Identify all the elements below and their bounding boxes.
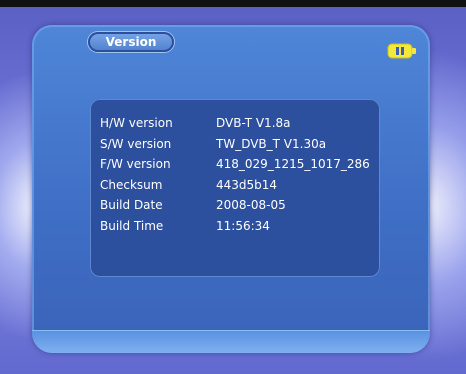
row-value: DVB-T V1.8a (216, 116, 291, 131)
row-value: 2008-08-05 (216, 198, 286, 213)
row-value: 11:56:34 (216, 218, 270, 233)
row-value: 418_029_1215_1017_286 (216, 157, 370, 172)
row-value: 443d5b14 (216, 177, 278, 192)
version-info-table: H/W version DVB-T V1.8a S/W version TW_D… (100, 113, 370, 236)
row-label: Build Date (100, 198, 163, 213)
row-label: Build Time (100, 218, 164, 233)
info-row-hw-version: H/W version DVB-T V1.8a (100, 113, 370, 134)
row-label: H/W version (100, 116, 173, 131)
panel-title: Version (88, 32, 174, 52)
version-panel: Version H/W version DVB-T V1.8a S/W vers… (32, 25, 430, 353)
panel-footer-bar (32, 330, 430, 353)
info-row-build-date: Build Date 2008-08-05 (100, 195, 370, 216)
info-row-checksum: Checksum 443d5b14 (100, 175, 370, 196)
row-value: TW_DVB_T V1.30a (216, 136, 327, 151)
info-row-build-time: Build Time 11:56:34 (100, 216, 370, 237)
battery-icon (387, 43, 416, 59)
top-border (0, 0, 466, 7)
tv-screen: Version H/W version DVB-T V1.8a S/W vers… (0, 0, 466, 374)
row-label: F/W version (100, 157, 171, 172)
info-row-sw-version: S/W version TW_DVB_T V1.30a (100, 134, 370, 155)
version-info-box: H/W version DVB-T V1.8a S/W version TW_D… (90, 99, 380, 277)
row-label: S/W version (100, 136, 172, 151)
info-row-fw-version: F/W version 418_029_1215_1017_286 (100, 154, 370, 175)
row-label: Checksum (100, 177, 163, 192)
